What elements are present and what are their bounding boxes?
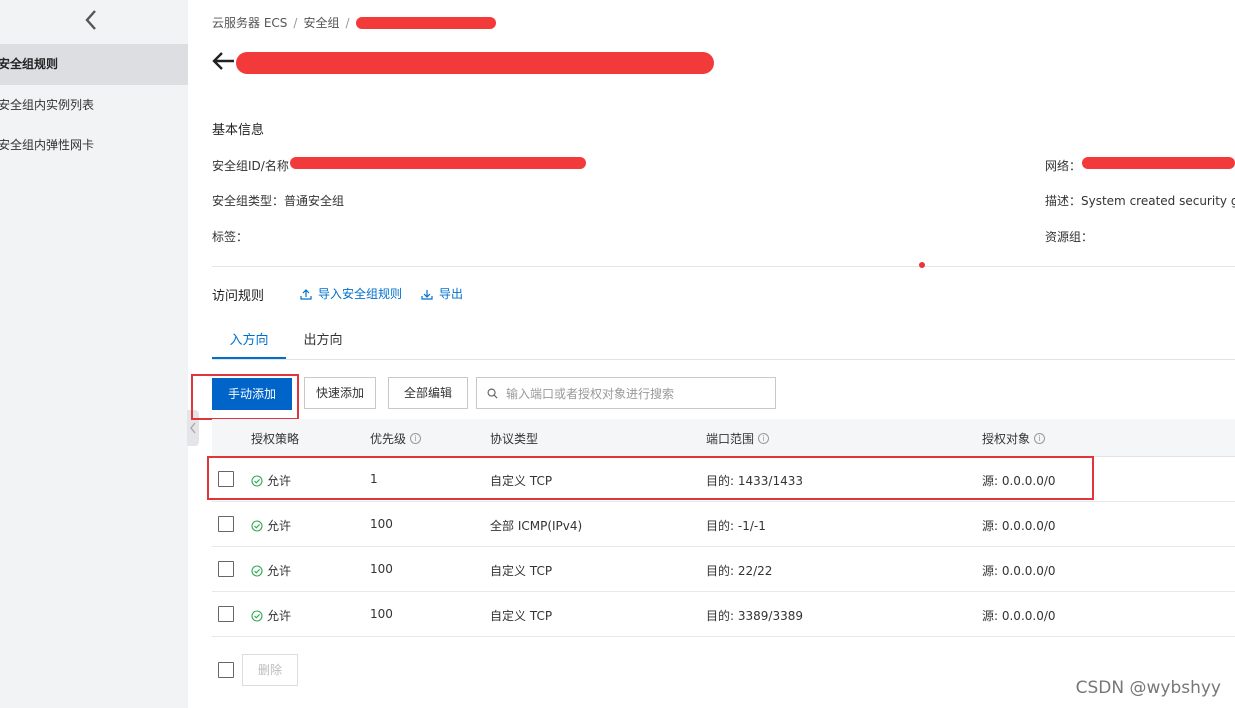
row-checkbox[interactable] [218, 516, 234, 532]
sidebar: 安全组规则 安全组内实例列表 安全组内弹性网卡 [0, 0, 188, 708]
column-priority-label: 优先级 [370, 432, 407, 446]
download-icon [421, 289, 433, 300]
back-arrow-icon[interactable] [212, 50, 236, 72]
info-icon[interactable]: i [1034, 433, 1046, 444]
port-cell: 目的: -1/-1 [706, 519, 766, 533]
quick-add-button[interactable]: 快速添加 [304, 377, 376, 409]
priority-cell: 100 [370, 517, 393, 531]
access-rules-title: 访问规则 [212, 289, 265, 304]
source-cell: 源: 0.0.0.0/0 [982, 609, 1056, 623]
column-policy-label: 授权策略 [251, 432, 300, 446]
table-header: 授权策略 优先级 i 协议类型 端口范围 i 授权对象 i [212, 419, 1235, 457]
sidebar-item-eni[interactable]: 安全组内弹性网卡 [0, 125, 188, 166]
tab-divider [212, 359, 1235, 360]
column-source-label: 授权对象 [982, 432, 1031, 446]
sg-description: 描述：System created security grou [1045, 194, 1235, 208]
breadcrumb-security-group[interactable]: 安全组 [303, 14, 339, 31]
import-rules-label: 导入安全组规则 [318, 287, 403, 301]
redaction-mark [355, 16, 496, 29]
table-row: 允许 100 全部 ICMP(IPv4) 目的: -1/-1 源: 0.0.0.… [212, 502, 1235, 547]
redaction-mark [290, 157, 586, 169]
search-placeholder: 输入端口或者授权对象进行搜索 [506, 386, 675, 401]
divider [212, 266, 1235, 267]
export-label: 导出 [439, 287, 464, 301]
table-row: 允许 100 自定义 TCP 目的: 3389/3389 源: 0.0.0.0/… [212, 592, 1235, 637]
network-label: 网络： [1045, 159, 1082, 173]
policy-label: 允许 [267, 609, 292, 623]
priority-cell: 100 [370, 562, 393, 576]
source-cell: 源: 0.0.0.0/0 [982, 564, 1056, 578]
breadcrumb-separator: / [293, 15, 298, 30]
column-protocol-label: 协议类型 [490, 432, 539, 446]
policy-cell: 允许 [251, 607, 291, 624]
policy-label: 允许 [267, 564, 292, 578]
search-icon [487, 388, 498, 399]
column-priority: 优先级 i [370, 430, 422, 447]
row-checkbox[interactable] [218, 561, 234, 577]
redaction-mark [236, 52, 714, 74]
check-circle-icon [251, 564, 263, 577]
policy-label: 允许 [267, 519, 292, 533]
table-row: 允许 100 自定义 TCP 目的: 22/22 源: 0.0.0.0/0 [212, 547, 1235, 592]
source-cell: 源: 0.0.0.0/0 [982, 519, 1056, 533]
select-all-checkbox[interactable] [218, 662, 234, 678]
sg-type: 安全组类型：普通安全组 [212, 194, 345, 208]
export-link[interactable]: 导出 [421, 285, 463, 302]
protocol-cell: 全部 ICMP(IPv4) [490, 519, 583, 533]
resource-group-label: 资源组： [1045, 230, 1094, 244]
watermark: CSDN @wybshyy [1075, 678, 1221, 698]
column-port: 端口范围 i [706, 430, 770, 447]
info-icon[interactable]: i [410, 433, 422, 444]
column-policy: 授权策略 [251, 430, 299, 447]
annotation-dot [919, 262, 925, 268]
column-port-label: 端口范围 [706, 432, 755, 446]
port-cell: 目的: 3389/3389 [706, 609, 803, 623]
breadcrumb-separator: / [345, 15, 350, 30]
tags-label: 标签： [212, 230, 249, 244]
column-source: 授权对象 i [982, 430, 1046, 447]
protocol-cell: 自定义 TCP [490, 564, 553, 578]
upload-icon [300, 288, 312, 300]
sidebar-item-instances[interactable]: 安全组内实例列表 [0, 85, 188, 126]
sidebar-item-rules[interactable]: 安全组规则 [0, 44, 188, 85]
tab-inbound[interactable]: 入方向 [212, 329, 286, 359]
column-protocol: 协议类型 [490, 430, 538, 447]
manual-add-button[interactable]: 手动添加 [212, 378, 292, 410]
row-checkbox[interactable] [218, 606, 234, 622]
import-rules-link[interactable]: 导入安全组规则 [300, 285, 402, 302]
redaction-mark [1082, 157, 1235, 169]
search-input[interactable]: 输入端口或者授权对象进行搜索 [476, 377, 776, 409]
protocol-cell: 自定义 TCP [490, 609, 553, 623]
info-icon[interactable]: i [758, 433, 770, 444]
chevron-left-icon[interactable] [80, 8, 104, 32]
check-circle-icon [251, 519, 263, 532]
highlight-annotation [207, 456, 1094, 500]
port-cell: 目的: 22/22 [706, 564, 773, 578]
sg-id-label: 安全组ID/名称 [212, 159, 289, 173]
check-circle-icon [251, 609, 263, 622]
chevron-left-icon [190, 422, 196, 434]
breadcrumb: 云服务器 ECS / 安全组 / [212, 14, 496, 31]
tab-outbound[interactable]: 出方向 [290, 329, 356, 359]
policy-cell: 允许 [251, 562, 291, 579]
priority-cell: 100 [370, 607, 393, 621]
basic-info-title: 基本信息 [212, 123, 265, 138]
edit-all-button[interactable]: 全部编辑 [388, 377, 468, 409]
delete-button[interactable]: 删除 [242, 654, 298, 686]
policy-cell: 允许 [251, 517, 291, 534]
breadcrumb-ecs[interactable]: 云服务器 ECS [212, 14, 287, 31]
